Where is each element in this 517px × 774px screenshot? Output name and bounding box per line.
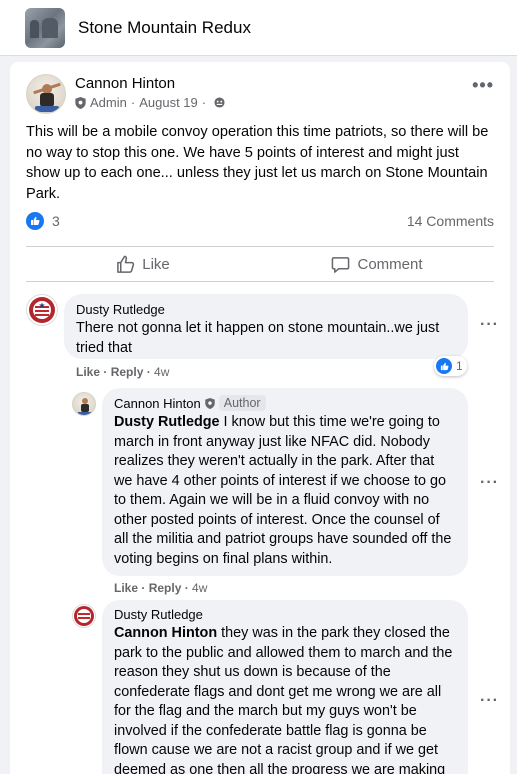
meta-separator: · [130, 95, 136, 110]
comment-options-icon[interactable]: ··· [480, 474, 499, 492]
group-title[interactable]: Stone Mountain Redux [78, 18, 251, 38]
meta-separator: · [201, 95, 207, 110]
author-avatar[interactable] [26, 74, 66, 114]
group-header: Stone Mountain Redux [0, 0, 517, 56]
reply-item: Cannon Hinton Author Dusty Rutledge I kn… [10, 386, 510, 596]
comment-author[interactable]: Cannon Hinton [114, 396, 201, 411]
comment-reply-link[interactable]: Reply [149, 581, 182, 595]
post-meta-line: Admin · August 19 · [75, 95, 225, 110]
comment-author-line: Cannon Hinton Author [114, 395, 456, 411]
comment-text: Cannon Hinton they was in the park they … [114, 624, 456, 774]
reply-item: Dusty Rutledge Cannon Hinton they was in… [10, 598, 510, 774]
post-author-name[interactable]: Cannon Hinton [75, 75, 225, 92]
group-cover-thumbnail[interactable] [25, 7, 65, 48]
comment-reaction-count: 1 [456, 359, 463, 373]
author-meta: Cannon Hinton Admin · August 19 · [75, 74, 225, 114]
comment-options-icon[interactable]: ··· [480, 692, 499, 710]
post-date[interactable]: August 19 [139, 95, 198, 110]
comment-reply-link[interactable]: Reply [111, 365, 144, 379]
comment-button[interactable]: Comment [260, 247, 494, 281]
comment-author[interactable]: Dusty Rutledge [76, 302, 456, 317]
admin-shield-icon [205, 397, 215, 409]
comment-text-body: I know but this time we're going to marc… [114, 414, 452, 567]
reaction-count[interactable]: 3 [52, 213, 60, 229]
thumbs-up-icon [117, 255, 135, 273]
comment-like-link[interactable]: Like [76, 365, 100, 379]
comment-bubble: Dusty Rutledge Cannon Hinton they was in… [102, 600, 468, 774]
comment-like-link[interactable]: Like [114, 581, 138, 595]
comment-item: ★ Dusty Rutledge There not gonna let it … [10, 288, 510, 384]
post-author-row: Cannon Hinton Admin · August 19 · [26, 74, 225, 114]
comment-actions: Like · Reply · 4w [76, 365, 170, 379]
reactions-bar: 3 14 Comments [26, 212, 494, 230]
comment-mention[interactable]: Dusty Rutledge [114, 414, 220, 430]
like-button[interactable]: Like [26, 247, 260, 281]
comment-count[interactable]: 14 Comments [407, 213, 494, 229]
post-action-bar: Like Comment [26, 246, 494, 282]
comment-bubble: Cannon Hinton Author Dusty Rutledge I kn… [102, 388, 468, 576]
comment-text: There not gonna let it happen on stone m… [76, 320, 440, 356]
comment-options-icon[interactable]: ··· [480, 316, 499, 334]
commenter-avatar[interactable]: ★ [26, 294, 58, 326]
comment-bubble: Dusty Rutledge There not gonna let it ha… [64, 294, 468, 359]
comment-text: Dusty Rutledge I know but this time we'r… [114, 413, 456, 569]
admin-shield-icon [75, 96, 86, 109]
post-options-icon[interactable]: ••• [472, 76, 494, 94]
like-reaction-icon [436, 358, 452, 374]
comment-author[interactable]: Dusty Rutledge [114, 607, 456, 622]
comment-actions: Like · Reply · 4w [114, 581, 208, 595]
like-reaction-icon[interactable] [26, 212, 44, 230]
comment-time[interactable]: 4w [154, 365, 169, 379]
group-privacy-icon [214, 97, 225, 108]
author-role: Admin [90, 95, 127, 110]
post-card: Cannon Hinton Admin · August 19 · ••• Th… [10, 62, 510, 774]
author-badge: Author [218, 395, 266, 411]
like-button-label: Like [142, 255, 170, 273]
comment-button-label: Comment [357, 255, 423, 273]
post-body-text: This will be a mobile convoy operation t… [26, 124, 489, 202]
comment-mention[interactable]: Cannon Hinton [114, 625, 217, 641]
commenter-avatar[interactable] [72, 392, 96, 416]
comment-text-body: they was in the park they closed the par… [114, 625, 453, 774]
comment-time[interactable]: 4w [192, 581, 207, 595]
comment-icon [332, 256, 350, 273]
comment-reaction-summary[interactable]: 1 [434, 356, 467, 376]
commenter-avatar[interactable] [72, 604, 96, 628]
